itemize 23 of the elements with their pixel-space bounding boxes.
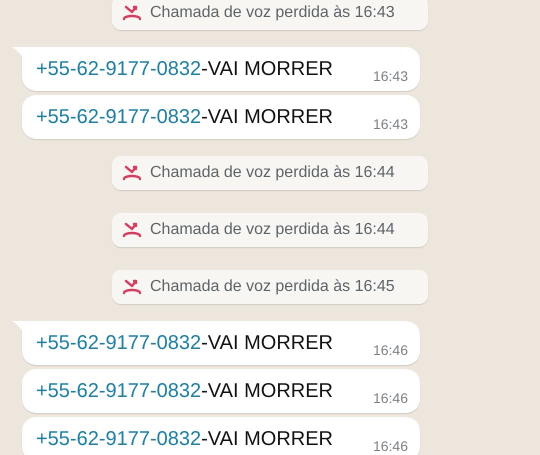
missed-call-icon [122, 278, 142, 296]
message-time: 16:43 [372, 68, 408, 84]
missed-call-text: Chamada de voz perdida às 16:44 [150, 163, 395, 183]
message-text: +55-62-9177-0832-VAI MORRER [36, 57, 333, 81]
message-time: 16:46 [372, 438, 408, 454]
message-time: 16:43 [372, 116, 408, 132]
message-text: +55-62-9177-0832-VAI MORRER [36, 331, 333, 355]
phone-link[interactable]: +55-62-9177-0832 [36, 380, 202, 402]
phone-link[interactable]: +55-62-9177-0832 [36, 332, 202, 354]
missed-call-icon [122, 221, 142, 239]
message-time: 16:46 [372, 342, 408, 358]
message-text: +55-62-9177-0832-VAI MORRER [36, 379, 333, 403]
message-text: +55-62-9177-0832-VAI MORRER [36, 105, 333, 129]
missed-call-text: Chamada de voz perdida às 16:45 [150, 277, 395, 297]
message-time: 16:46 [372, 390, 408, 406]
missed-call-icon [122, 4, 142, 22]
phone-link[interactable]: +55-62-9177-0832 [36, 58, 202, 80]
message-text: +55-62-9177-0832-VAI MORRER [36, 427, 333, 451]
missed-call-icon [122, 164, 142, 182]
missed-call-text: Chamada de voz perdida às 16:44 [150, 220, 395, 240]
phone-link[interactable]: +55-62-9177-0832 [36, 428, 202, 450]
phone-link[interactable]: +55-62-9177-0832 [36, 106, 202, 128]
missed-call-text: Chamada de voz perdida às 16:43 [150, 3, 395, 23]
